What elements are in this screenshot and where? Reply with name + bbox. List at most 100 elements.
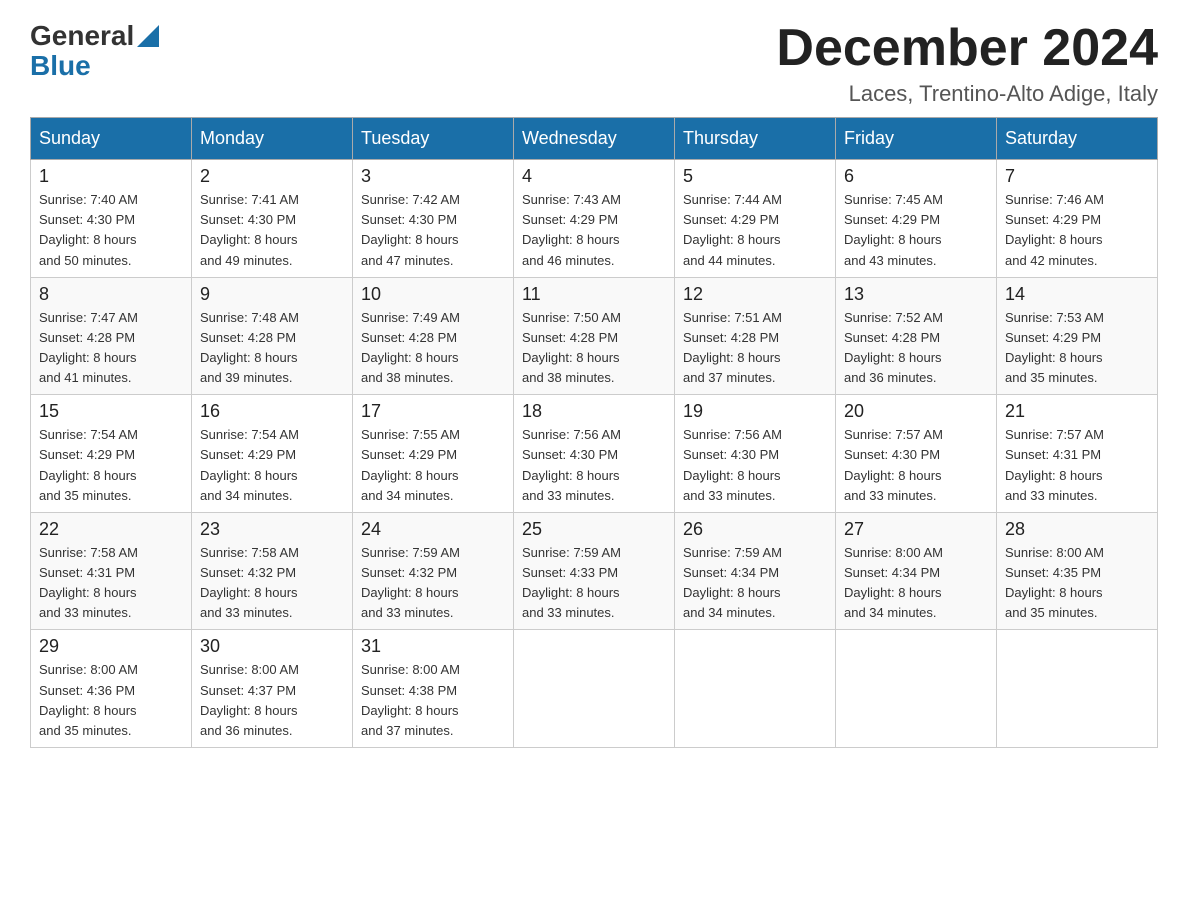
day-info: Sunrise: 7:42 AMSunset: 4:30 PMDaylight:… <box>361 190 505 271</box>
title-section: December 2024 Laces, Trentino-Alto Adige… <box>776 20 1158 107</box>
day-info: Sunrise: 7:57 AMSunset: 4:31 PMDaylight:… <box>1005 425 1149 506</box>
sunrise-label: Sunrise: <box>844 545 892 560</box>
sunset-label: Sunset: <box>844 447 888 462</box>
sunrise-label: Sunrise: <box>200 662 248 677</box>
day-number: 19 <box>683 401 827 422</box>
day-info: Sunrise: 7:59 AMSunset: 4:32 PMDaylight:… <box>361 543 505 624</box>
sunset-label: Sunset: <box>683 447 727 462</box>
day-number: 17 <box>361 401 505 422</box>
day-info: Sunrise: 7:53 AMSunset: 4:29 PMDaylight:… <box>1005 308 1149 389</box>
day-number: 4 <box>522 166 666 187</box>
sunrise-label: Sunrise: <box>683 427 731 442</box>
sunset-label: Sunset: <box>522 447 566 462</box>
daylight-label: Daylight: <box>683 232 734 247</box>
location-subtitle: Laces, Trentino-Alto Adige, Italy <box>776 81 1158 107</box>
day-info: Sunrise: 7:56 AMSunset: 4:30 PMDaylight:… <box>522 425 666 506</box>
sunrise-label: Sunrise: <box>1005 310 1053 325</box>
daylight-label: Daylight: <box>200 468 251 483</box>
sunset-label: Sunset: <box>200 565 244 580</box>
daylight-label: Daylight: <box>683 350 734 365</box>
sunrise-label: Sunrise: <box>522 192 570 207</box>
sunrise-label: Sunrise: <box>1005 192 1053 207</box>
sunset-label: Sunset: <box>200 447 244 462</box>
day-number: 18 <box>522 401 666 422</box>
day-number: 16 <box>200 401 344 422</box>
col-wednesday: Wednesday <box>514 118 675 160</box>
sunset-label: Sunset: <box>683 565 727 580</box>
day-info: Sunrise: 7:59 AMSunset: 4:34 PMDaylight:… <box>683 543 827 624</box>
day-number: 6 <box>844 166 988 187</box>
day-info: Sunrise: 7:48 AMSunset: 4:28 PMDaylight:… <box>200 308 344 389</box>
day-number: 15 <box>39 401 183 422</box>
sunrise-label: Sunrise: <box>39 545 87 560</box>
table-row: 24 Sunrise: 7:59 AMSunset: 4:32 PMDaylig… <box>353 512 514 630</box>
sunset-label: Sunset: <box>200 683 244 698</box>
day-number: 8 <box>39 284 183 305</box>
sunset-label: Sunset: <box>1005 447 1049 462</box>
day-number: 28 <box>1005 519 1149 540</box>
table-row: 13 Sunrise: 7:52 AMSunset: 4:28 PMDaylig… <box>836 277 997 395</box>
sunrise-label: Sunrise: <box>522 545 570 560</box>
sunrise-label: Sunrise: <box>361 192 409 207</box>
daylight-label: Daylight: <box>361 350 412 365</box>
day-info: Sunrise: 7:51 AMSunset: 4:28 PMDaylight:… <box>683 308 827 389</box>
day-number: 7 <box>1005 166 1149 187</box>
sunrise-label: Sunrise: <box>683 310 731 325</box>
table-row: 8 Sunrise: 7:47 AMSunset: 4:28 PMDayligh… <box>31 277 192 395</box>
day-number: 20 <box>844 401 988 422</box>
day-info: Sunrise: 7:46 AMSunset: 4:29 PMDaylight:… <box>1005 190 1149 271</box>
day-info: Sunrise: 7:40 AMSunset: 4:30 PMDaylight:… <box>39 190 183 271</box>
day-info: Sunrise: 7:47 AMSunset: 4:28 PMDaylight:… <box>39 308 183 389</box>
daylight-label: Daylight: <box>844 350 895 365</box>
sunrise-label: Sunrise: <box>39 310 87 325</box>
day-info: Sunrise: 7:49 AMSunset: 4:28 PMDaylight:… <box>361 308 505 389</box>
day-info: Sunrise: 8:00 AMSunset: 4:36 PMDaylight:… <box>39 660 183 741</box>
sunrise-label: Sunrise: <box>1005 427 1053 442</box>
daylight-label: Daylight: <box>522 350 573 365</box>
col-thursday: Thursday <box>675 118 836 160</box>
day-info: Sunrise: 7:43 AMSunset: 4:29 PMDaylight:… <box>522 190 666 271</box>
table-row: 7 Sunrise: 7:46 AMSunset: 4:29 PMDayligh… <box>997 160 1158 278</box>
sunset-label: Sunset: <box>683 330 727 345</box>
sunrise-label: Sunrise: <box>361 310 409 325</box>
sunrise-label: Sunrise: <box>200 545 248 560</box>
table-row <box>675 630 836 748</box>
sunset-label: Sunset: <box>1005 565 1049 580</box>
sunset-label: Sunset: <box>361 330 405 345</box>
daylight-label: Daylight: <box>683 585 734 600</box>
sunset-label: Sunset: <box>522 565 566 580</box>
sunrise-label: Sunrise: <box>683 192 731 207</box>
calendar-week-row: 1 Sunrise: 7:40 AMSunset: 4:30 PMDayligh… <box>31 160 1158 278</box>
table-row: 11 Sunrise: 7:50 AMSunset: 4:28 PMDaylig… <box>514 277 675 395</box>
col-monday: Monday <box>192 118 353 160</box>
sunrise-label: Sunrise: <box>39 662 87 677</box>
daylight-label: Daylight: <box>39 350 90 365</box>
table-row: 6 Sunrise: 7:45 AMSunset: 4:29 PMDayligh… <box>836 160 997 278</box>
day-number: 5 <box>683 166 827 187</box>
sunrise-label: Sunrise: <box>39 427 87 442</box>
sunrise-label: Sunrise: <box>844 427 892 442</box>
sunrise-label: Sunrise: <box>361 662 409 677</box>
table-row <box>997 630 1158 748</box>
day-number: 1 <box>39 166 183 187</box>
month-title: December 2024 <box>776 20 1158 77</box>
table-row <box>836 630 997 748</box>
logo: General Blue <box>30 20 159 82</box>
sunset-label: Sunset: <box>200 330 244 345</box>
sunset-label: Sunset: <box>39 330 83 345</box>
day-number: 2 <box>200 166 344 187</box>
day-info: Sunrise: 7:56 AMSunset: 4:30 PMDaylight:… <box>683 425 827 506</box>
day-info: Sunrise: 8:00 AMSunset: 4:37 PMDaylight:… <box>200 660 344 741</box>
table-row: 19 Sunrise: 7:56 AMSunset: 4:30 PMDaylig… <box>675 395 836 513</box>
day-number: 3 <box>361 166 505 187</box>
sunset-label: Sunset: <box>361 565 405 580</box>
table-row: 23 Sunrise: 7:58 AMSunset: 4:32 PMDaylig… <box>192 512 353 630</box>
table-row: 26 Sunrise: 7:59 AMSunset: 4:34 PMDaylig… <box>675 512 836 630</box>
table-row: 14 Sunrise: 7:53 AMSunset: 4:29 PMDaylig… <box>997 277 1158 395</box>
sunset-label: Sunset: <box>39 683 83 698</box>
day-number: 23 <box>200 519 344 540</box>
col-saturday: Saturday <box>997 118 1158 160</box>
daylight-label: Daylight: <box>200 232 251 247</box>
daylight-label: Daylight: <box>522 585 573 600</box>
logo-text: General <box>30 20 159 52</box>
